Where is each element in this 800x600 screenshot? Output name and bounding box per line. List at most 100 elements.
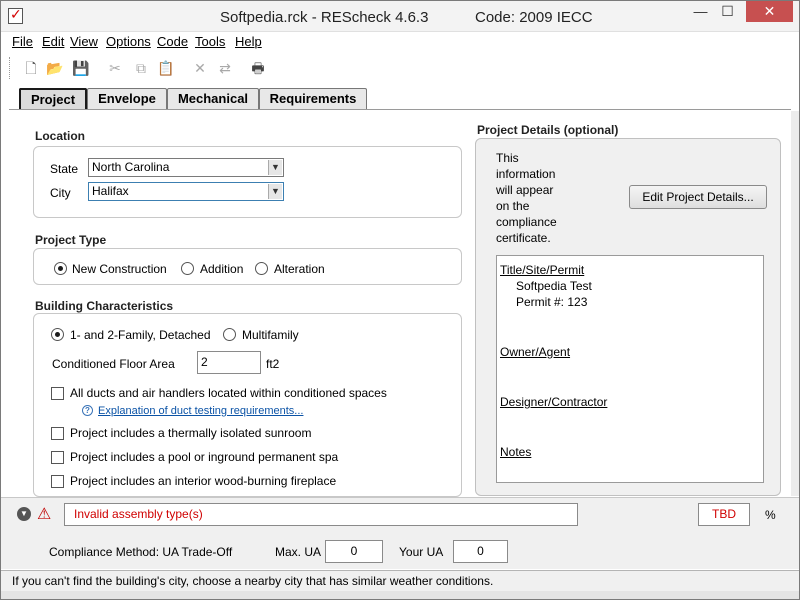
close-button[interactable]: ✕: [746, 1, 793, 22]
city-select-value: Halifax: [92, 184, 129, 198]
addition-label: Addition: [200, 262, 244, 276]
location-title: Location: [35, 129, 85, 143]
project-tab-panel: Location State North Carolina ▼ City Hal…: [9, 111, 791, 497]
bottom-strip: [1, 591, 799, 599]
menu-help[interactable]: Help: [235, 34, 262, 49]
fireplace-checkbox[interactable]: [51, 475, 64, 488]
delete-icon[interactable]: ✕: [191, 59, 209, 77]
notes-heading: Notes: [500, 445, 532, 459]
details-info-line-3: will appear: [496, 183, 554, 197]
building-characteristics-group: 1- and 2-Family, Detached Multifamily Co…: [33, 313, 462, 497]
building-characteristics-title: Building Characteristics: [35, 299, 174, 313]
save-icon[interactable]: 💾: [72, 59, 90, 77]
ducts-label: All ducts and air handlers located withi…: [70, 386, 387, 400]
details-info-line-5: compliance: [496, 215, 557, 229]
open-folder-icon[interactable]: 📂: [46, 59, 64, 77]
your-ua-label: Your UA: [399, 545, 444, 559]
menu-code[interactable]: Code: [157, 34, 188, 49]
new-document-icon[interactable]: 🗋: [22, 59, 40, 77]
project-type-group: New Construction Addition Alteration: [33, 248, 462, 285]
chevron-down-icon: ▼: [268, 184, 282, 199]
toolbar: 🗋 📂 💾 ✂ ⧉ 📋 ✕ ⇄ 🖶: [1, 53, 799, 83]
state-label: State: [50, 162, 79, 176]
menu-bar: File Edit View Options Code Tools Help: [1, 32, 799, 52]
warning-icon: ⚠: [37, 506, 52, 523]
state-select-value: North Carolina: [92, 160, 170, 174]
alteration-label: Alteration: [274, 262, 325, 276]
sunroom-checkbox[interactable]: [51, 427, 64, 440]
city-select[interactable]: Halifax ▼: [88, 182, 284, 201]
maximize-button[interactable]: ☐: [714, 1, 741, 22]
title-site-permit-line-1: Softpedia Test: [516, 279, 592, 293]
minimize-button[interactable]: —: [687, 1, 714, 22]
cut-icon[interactable]: ✂: [106, 59, 124, 77]
floor-area-unit: ft2: [266, 357, 280, 371]
tab-underline: [9, 109, 791, 110]
floor-area-label: Conditioned Floor Area: [52, 357, 175, 371]
tab-envelope[interactable]: Envelope: [87, 88, 167, 110]
tab-mechanical[interactable]: Mechanical: [167, 88, 259, 110]
menu-edit[interactable]: Edit: [42, 34, 64, 49]
title-site-permit-heading: Title/Site/Permit: [500, 263, 585, 277]
menu-view[interactable]: View: [70, 34, 98, 49]
toolbar-grip: [9, 57, 11, 79]
designer-contractor-heading: Designer/Contractor: [500, 395, 608, 409]
radio-addition[interactable]: [181, 262, 194, 275]
title-site-permit-line-2: Permit #: 123: [516, 295, 588, 309]
menu-file[interactable]: File: [12, 34, 33, 49]
floor-area-input[interactable]: 2: [197, 351, 261, 374]
percent-symbol: %: [765, 508, 776, 522]
your-ua-field: 0: [453, 540, 508, 563]
sunroom-label: Project includes a thermally isolated su…: [70, 426, 312, 440]
compliance-method-label: Compliance Method: UA Trade-Off: [49, 545, 233, 559]
state-select[interactable]: North Carolina ▼: [88, 158, 284, 177]
title-bar[interactable]: Softpedia.rck - REScheck 4.6.3 Code: 200…: [1, 1, 799, 32]
details-info-line-4: on the: [496, 199, 530, 213]
details-info-line-6: certificate.: [496, 231, 551, 245]
print-icon[interactable]: 🖶: [249, 59, 267, 77]
project-details-box: Title/Site/Permit Softpedia Test Permit …: [496, 255, 764, 483]
location-group: State North Carolina ▼ City Halifax ▼: [33, 146, 462, 218]
fireplace-label: Project includes an interior wood-burnin…: [70, 474, 337, 488]
paste-icon[interactable]: 📋: [157, 59, 175, 77]
one-two-family-label: 1- and 2-Family, Detached: [70, 328, 211, 342]
expand-messages-icon[interactable]: ▼: [17, 507, 31, 521]
owner-agent-heading: Owner/Agent: [500, 345, 571, 359]
radio-multifamily[interactable]: [223, 328, 236, 341]
window-title: Softpedia.rck - REScheck 4.6.3: [220, 9, 429, 26]
tab-requirements[interactable]: Requirements: [259, 88, 367, 110]
pool-checkbox[interactable]: [51, 451, 64, 464]
max-ua-label: Max. UA: [275, 545, 322, 559]
replace-icon[interactable]: ⇄: [216, 59, 234, 77]
app-window: Softpedia.rck - REScheck 4.6.3 Code: 200…: [0, 0, 800, 600]
new-construction-label: New Construction: [72, 262, 167, 276]
message-bar: ▼ ⚠ Invalid assembly type(s) TBD %: [1, 497, 799, 531]
compliance-percent-field: TBD: [698, 503, 750, 526]
project-type-title: Project Type: [35, 233, 107, 247]
menu-options[interactable]: Options: [106, 34, 151, 49]
details-info-line-1: This: [496, 151, 519, 165]
multifamily-label: Multifamily: [242, 328, 299, 342]
project-details-group: This information will appear on the comp…: [475, 138, 781, 496]
radio-new-construction[interactable]: [54, 262, 67, 275]
ducts-checkbox[interactable]: [51, 387, 64, 400]
status-bar: If you can't find the building's city, c…: [1, 570, 799, 591]
error-message-field: Invalid assembly type(s): [64, 503, 578, 526]
chevron-down-icon: ▼: [268, 160, 282, 175]
pool-label: Project includes a pool or inground perm…: [70, 450, 339, 464]
menu-tools[interactable]: Tools: [195, 34, 225, 49]
duct-testing-link[interactable]: Explanation of duct testing requirements…: [98, 405, 303, 417]
tab-project[interactable]: Project: [19, 88, 87, 110]
compliance-row: Compliance Method: UA Trade-Off Max. UA …: [1, 531, 799, 569]
info-icon: ?: [82, 405, 93, 416]
project-details-title: Project Details (optional): [477, 123, 619, 137]
app-logo-icon: [8, 6, 23, 24]
edit-project-details-button[interactable]: Edit Project Details...: [629, 185, 767, 209]
right-edge-strip: [791, 111, 799, 496]
code-version-label: Code: 2009 IECC: [475, 9, 593, 26]
details-info-line-2: information: [496, 167, 556, 181]
copy-icon[interactable]: ⧉: [132, 59, 150, 77]
radio-one-two-family[interactable]: [51, 328, 64, 341]
radio-alteration[interactable]: [255, 262, 268, 275]
max-ua-field: 0: [325, 540, 383, 563]
